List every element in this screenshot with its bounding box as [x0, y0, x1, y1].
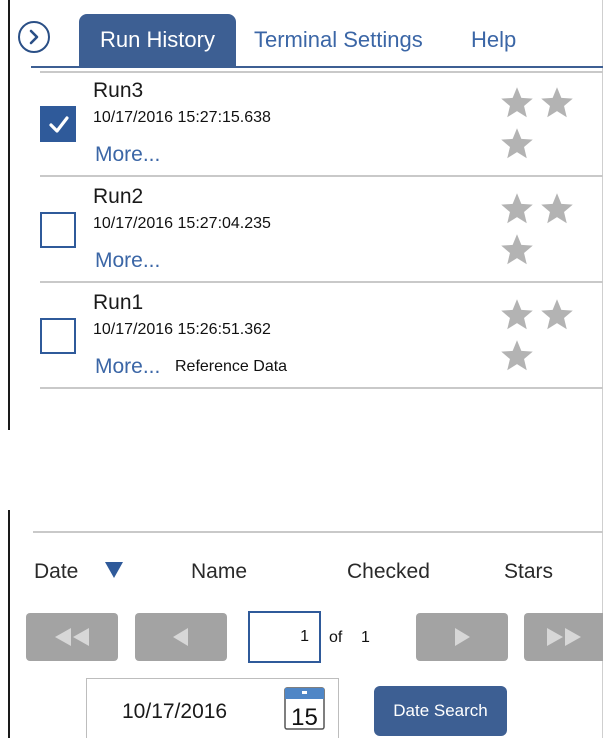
tab-terminal-settings[interactable]: Terminal Settings: [254, 14, 423, 66]
run-timestamp: 10/17/2016 15:27:15.638: [93, 109, 271, 126]
check-icon: [49, 116, 69, 133]
star-rating: [499, 191, 603, 265]
sort-by-name[interactable]: Name: [191, 560, 247, 584]
total-pages: 1: [361, 629, 370, 646]
first-page-button[interactable]: [26, 613, 118, 661]
row-divider: [40, 71, 603, 73]
tab-run-history[interactable]: Run History: [79, 14, 236, 66]
star-rating: [499, 297, 603, 371]
page-number-input[interactable]: 1: [248, 611, 321, 663]
calendar-day: 15: [291, 704, 318, 730]
left-frame-border: [8, 0, 10, 738]
run-name: Run2: [93, 185, 144, 208]
more-link[interactable]: More...: [95, 249, 160, 273]
calendar-icon[interactable]: 15: [284, 686, 325, 730]
star-icon[interactable]: [499, 85, 535, 121]
previous-page-button[interactable]: [135, 613, 227, 661]
more-link[interactable]: More...: [95, 355, 160, 379]
star-icon[interactable]: [499, 191, 535, 227]
run-name: Run1: [93, 291, 144, 314]
star-icon[interactable]: [499, 297, 535, 333]
run-checkbox[interactable]: [40, 318, 76, 354]
more-link[interactable]: More...: [95, 143, 160, 167]
page-of-label: of: [329, 629, 343, 646]
run-checkbox[interactable]: [40, 106, 76, 142]
run-timestamp: 10/17/2016 15:26:51.362: [93, 321, 271, 338]
arrow-left-icon: [173, 628, 188, 646]
tab-header: Run History Terminal Settings Help: [10, 0, 603, 66]
tab-underline: [31, 66, 603, 68]
star-rating: [499, 85, 603, 159]
sort-descending-icon[interactable]: [104, 560, 124, 580]
star-icon[interactable]: [499, 232, 535, 268]
sort-by-date[interactable]: Date: [34, 560, 78, 584]
arrow-right-icon: [455, 628, 470, 646]
last-page-button[interactable]: [524, 613, 603, 661]
run-row: Run3 10/17/2016 15:27:15.638 More...: [40, 71, 603, 177]
tab-help[interactable]: Help: [471, 14, 516, 66]
reference-data-label: Reference Data: [175, 358, 288, 375]
run-name: Run3: [93, 79, 144, 102]
date-filter-value: 10/17/2016: [122, 700, 228, 723]
run-row: Run2 10/17/2016 15:27:04.235 More...: [40, 177, 603, 283]
list-footer-divider: [33, 531, 603, 533]
collapse-panel-button[interactable]: [18, 21, 50, 53]
star-icon[interactable]: [499, 338, 535, 374]
sort-by-checked[interactable]: Checked: [347, 560, 430, 584]
star-icon[interactable]: [539, 191, 575, 227]
run-timestamp: 10/17/2016 15:27:04.235: [93, 215, 271, 232]
star-icon[interactable]: [539, 85, 575, 121]
date-search-button[interactable]: Date Search: [374, 686, 507, 736]
star-icon[interactable]: [539, 297, 575, 333]
row-divider: [40, 387, 603, 389]
run-checkbox[interactable]: [40, 212, 76, 248]
double-arrow-left-icon: [55, 628, 89, 646]
chevron-right-icon: [29, 29, 39, 45]
run-row: Run1 10/17/2016 15:26:51.362 More... Ref…: [40, 283, 603, 389]
sort-by-stars[interactable]: Stars: [504, 560, 553, 584]
double-arrow-right-icon: [546, 628, 581, 646]
next-page-button[interactable]: [416, 613, 508, 661]
star-icon[interactable]: [499, 126, 535, 162]
